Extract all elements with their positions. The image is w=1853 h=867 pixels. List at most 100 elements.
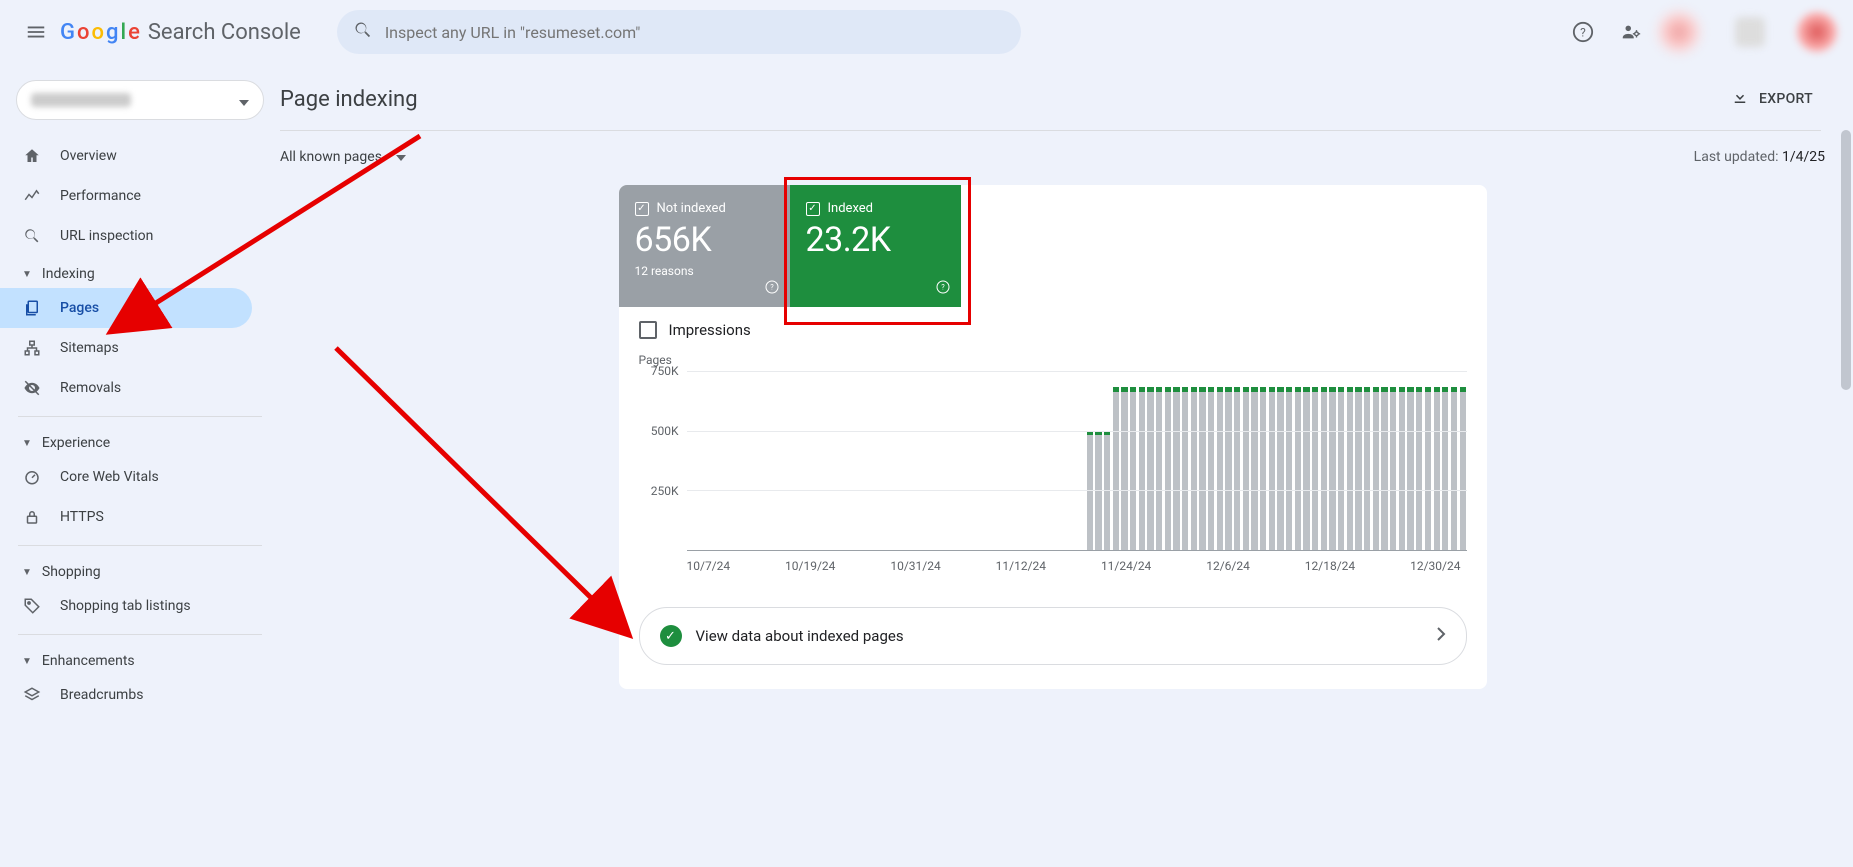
chart-bar[interactable] xyxy=(1312,392,1318,550)
main-content: Page indexing EXPORT All known pages Las… xyxy=(280,64,1853,867)
sidebar-item-performance[interactable]: Performance xyxy=(0,176,252,216)
help-icon[interactable]: ? xyxy=(764,279,780,299)
sidebar-item-core-web-vitals[interactable]: Core Web Vitals xyxy=(0,457,252,497)
chart-bar-slot xyxy=(1120,371,1129,550)
chart-bar[interactable] xyxy=(1165,392,1171,550)
chart-bar[interactable] xyxy=(1225,392,1231,550)
chart-bar[interactable] xyxy=(1364,392,1370,550)
nav-section-indexing[interactable]: ▼ Indexing xyxy=(0,256,280,288)
nav-section-experience[interactable]: ▼ Experience xyxy=(0,425,280,457)
chart-bar-indexed-cap xyxy=(1312,387,1318,393)
chart-bar-indexed-cap xyxy=(1364,387,1370,393)
chart-bar-indexed-cap xyxy=(1251,387,1257,393)
chart-gridline xyxy=(687,371,1467,372)
collapse-icon: ▼ xyxy=(22,567,32,578)
stat-subtitle: 12 reasons xyxy=(635,264,774,278)
chart-bar[interactable] xyxy=(1182,392,1188,550)
sidebar-item-sitemaps[interactable]: Sitemaps xyxy=(0,328,252,368)
chart-bar[interactable] xyxy=(1156,392,1162,550)
chart-bar[interactable] xyxy=(1321,392,1327,550)
sidebar-item-removals[interactable]: Removals xyxy=(0,368,252,408)
sidebar-item-breadcrumbs[interactable]: Breadcrumbs xyxy=(0,675,252,715)
property-selector[interactable] xyxy=(16,80,264,120)
chart-bar-slot xyxy=(1372,371,1381,550)
svg-text:?: ? xyxy=(941,283,945,292)
chart-bar[interactable] xyxy=(1277,392,1283,550)
help-icon[interactable]: ? xyxy=(935,279,951,299)
check-circle-icon: ✓ xyxy=(660,625,682,647)
chart-bar[interactable] xyxy=(1269,392,1275,550)
chart-bar-slot xyxy=(713,371,722,550)
chart-bar[interactable] xyxy=(1381,392,1387,550)
sidebar-item-url-inspection[interactable]: URL inspection xyxy=(0,216,252,256)
chart-bar[interactable] xyxy=(1113,392,1119,550)
page-filter-dropdown[interactable]: All known pages xyxy=(280,149,406,165)
chart-bar-slot xyxy=(747,371,756,550)
sidebar-item-shopping-tab-listings[interactable]: Shopping tab listings xyxy=(0,586,252,626)
chart-bar[interactable] xyxy=(1303,392,1309,550)
chart-bar[interactable] xyxy=(1434,392,1440,550)
chart-bar[interactable] xyxy=(1390,392,1396,550)
chart-bar[interactable] xyxy=(1121,392,1127,550)
chart-bar-slot xyxy=(765,371,774,550)
hamburger-menu-button[interactable] xyxy=(16,12,56,52)
chart-bar[interactable] xyxy=(1286,392,1292,550)
chart-bar[interactable] xyxy=(1199,392,1205,550)
url-inspect-search[interactable] xyxy=(337,10,1021,54)
chart-bar-indexed-cap xyxy=(1199,387,1205,393)
chart-bar[interactable] xyxy=(1087,435,1093,550)
help-button[interactable]: ? xyxy=(1563,12,1603,52)
chart-bar-indexed-cap xyxy=(1416,387,1422,393)
chart-bar[interactable] xyxy=(1425,392,1431,550)
chart-bar[interactable] xyxy=(1399,392,1405,550)
google-search-console-logo[interactable]: Google Search Console xyxy=(60,20,301,45)
view-indexed-pages-link[interactable]: ✓ View data about indexed pages xyxy=(639,607,1467,665)
chart-bar[interactable] xyxy=(1243,392,1249,550)
chart-bar[interactable] xyxy=(1355,392,1361,550)
chart-bar[interactable] xyxy=(1373,392,1379,550)
nav-section-shopping[interactable]: ▼ Shopping xyxy=(0,554,280,586)
chart-bar[interactable] xyxy=(1208,392,1214,550)
impressions-label: Impressions xyxy=(669,321,751,339)
sidebar-item-label: Overview xyxy=(60,148,117,164)
chart-bar[interactable] xyxy=(1147,392,1153,550)
export-button[interactable]: EXPORT xyxy=(1723,82,1821,116)
chart-bar-slot xyxy=(1242,371,1251,550)
profile-avatar[interactable] xyxy=(1797,12,1837,52)
chart-bar-slot xyxy=(773,371,782,550)
sidebar-item-pages[interactable]: Pages xyxy=(0,288,252,328)
chart-bar[interactable] xyxy=(1104,435,1110,550)
impressions-toggle[interactable]: Impressions xyxy=(619,307,1487,345)
stat-card-not-indexed[interactable]: ✓ Not indexed 656K 12 reasons ? xyxy=(619,185,790,307)
chart-bar[interactable] xyxy=(1191,392,1197,550)
chart-bar[interactable] xyxy=(1347,392,1353,550)
manage-users-button[interactable] xyxy=(1611,12,1651,52)
chart-bar[interactable] xyxy=(1442,392,1448,550)
nav-divider xyxy=(18,634,262,635)
chart-bar[interactable] xyxy=(1217,392,1223,550)
chart-bar[interactable] xyxy=(1251,392,1257,550)
chart-bar[interactable] xyxy=(1416,392,1422,550)
chart-bar-indexed-cap xyxy=(1399,387,1405,393)
chart-bar-slot xyxy=(964,371,973,550)
chart-bar[interactable] xyxy=(1234,392,1240,550)
chart-bar[interactable] xyxy=(1260,392,1266,550)
stat-card-indexed[interactable]: ✓ Indexed 23.2K ? xyxy=(790,185,961,307)
chart-bar[interactable] xyxy=(1173,392,1179,550)
chart-bar[interactable] xyxy=(1329,392,1335,550)
nav-section-enhancements[interactable]: ▼ Enhancements xyxy=(0,643,280,675)
speed-icon xyxy=(22,467,42,487)
scrollbar-thumb[interactable] xyxy=(1841,130,1851,390)
chart-bar[interactable] xyxy=(1451,392,1457,550)
chart-bar[interactable] xyxy=(1295,392,1301,550)
url-inspect-input[interactable] xyxy=(385,23,1005,42)
chart-bar[interactable] xyxy=(1338,392,1344,550)
sidebar-item-overview[interactable]: Overview xyxy=(0,136,252,176)
chart-bar[interactable] xyxy=(1139,392,1145,550)
chart-bar[interactable] xyxy=(1130,392,1136,550)
chart-bar[interactable] xyxy=(1095,435,1101,550)
chart-bar[interactable] xyxy=(1460,392,1466,550)
chart-bar-indexed-cap xyxy=(1355,387,1361,393)
chart-bar[interactable] xyxy=(1407,392,1413,550)
sidebar-item-https[interactable]: HTTPS xyxy=(0,497,252,537)
